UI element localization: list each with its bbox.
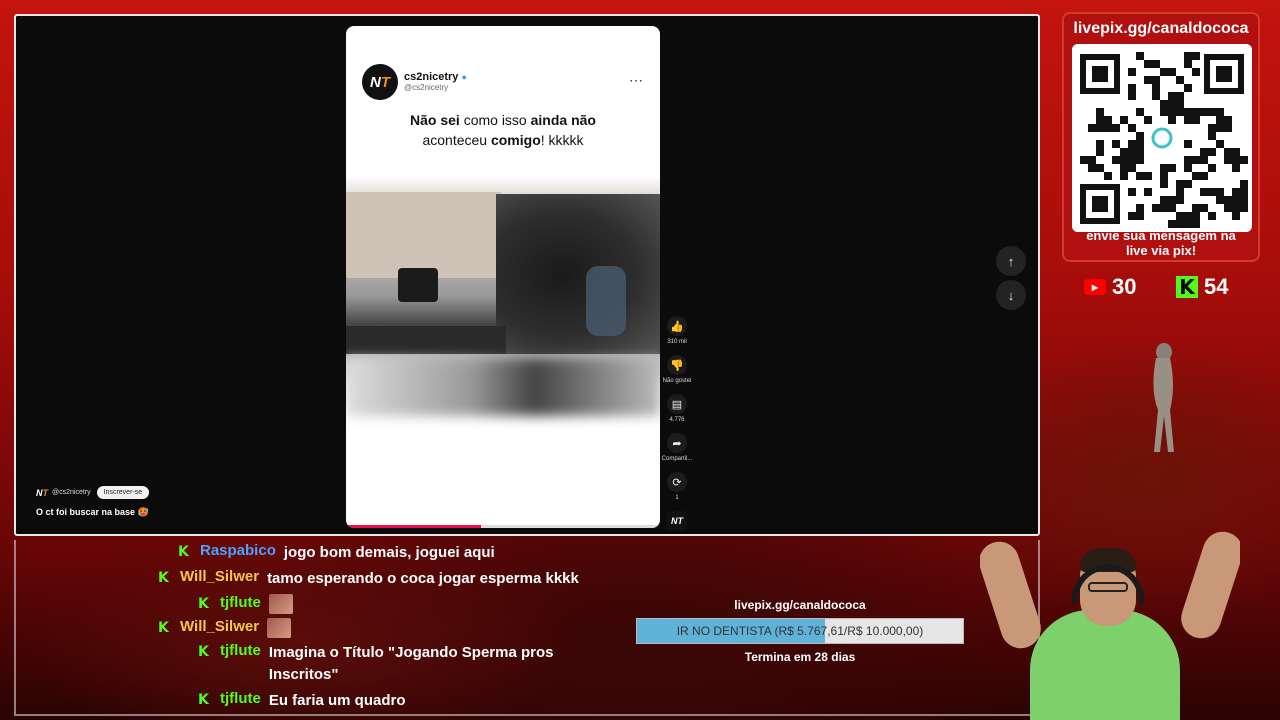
youtube-viewer-count: ▶ 30 [1084,274,1136,300]
share-icon[interactable]: ➦ [667,433,687,453]
channel-logo: NT [362,64,398,100]
chat-text: jogo bom demais, joguei aqui [283,544,495,561]
overlay-handle: @cs2nicetry [52,489,91,496]
action-label: Compartil... [661,456,693,462]
chat-username[interactable]: tjflute [220,690,261,707]
comment-action[interactable]: ▤ 4.776 [667,394,687,423]
streamer-webcam [980,530,1240,720]
short-video-frame[interactable] [346,176,660,416]
donation-goal: livepix.gg/canaldococa IR NO DENTISTA (R… [636,598,964,664]
next-short-button[interactable]: ↓ [996,280,1026,310]
channel-handle: @cs2nicetry [404,82,449,92]
kick-badge-icon: K [178,544,189,560]
thumbs-up-icon[interactable]: 👍 [667,316,687,336]
action-label: 4.776 [669,417,685,423]
verified-icon: ● [461,72,467,83]
chat-message: K Will_Silwer [140,618,620,638]
chat-username[interactable]: Raspabico [200,542,276,559]
action-label: Não gostei [662,378,692,384]
thumbs-down-action[interactable]: 👎 Não gostei [662,355,692,384]
share-action[interactable]: ➦ Compartil... [661,433,693,462]
livepix-qr-panel: livepix.gg/canaldococa envie sua mensage… [1062,12,1260,262]
kick-badge-icon: K [158,620,169,636]
chat-username[interactable]: Will_Silwer [180,568,259,585]
chat-username[interactable]: tjflute [220,594,261,611]
short-actions: 👍 310 mil 👎 Não gostei ▤ 4.776 ➦ Compartil... ⟳ 1… [662,316,692,531]
qr-code [1072,44,1252,232]
remix-action[interactable]: ⟳ 1 [667,472,687,501]
kick-badge-icon: K [198,692,209,708]
sound-channel-logo[interactable]: NT [667,511,687,531]
youtube-icon: ▶ [1084,279,1106,295]
emote-icon [268,594,293,614]
chat-feed: K Raspabico jogo bom demais, joguei aqui K W… [140,542,620,716]
kick-badge-icon: K [158,570,169,586]
chat-message: K Raspabico jogo bom demais, joguei aqui [140,542,620,564]
kick-icon: K [1176,275,1198,299]
chat-username[interactable]: tjflute [220,642,261,659]
goal-progress-bar: IR NO DENTISTA (R$ 5.767,61/R$ 10.000,00… [636,618,964,644]
comment-overlay: NT @cs2nicetry Inscrever-se O ct foi bus… [36,486,150,518]
action-label: 310 mil [667,339,687,345]
more-options-icon[interactable]: ⋯ [629,72,643,89]
overlay-channel-logo: NT [36,487,48,498]
channel-name[interactable]: cs2nicetry ● [404,71,467,84]
goal-url: livepix.gg/canaldococa [734,598,866,612]
goal-ends: Termina em 28 dias [744,650,856,664]
kick-badge-icon: K [198,596,209,612]
kick-viewer-count: K 54 [1176,274,1228,300]
subscribe-button[interactable]: Inscrever-se [96,486,150,499]
stream-window: NT cs2nicetry ● @cs2nicetry ⋯ Não sei co… [14,14,1040,536]
goal-label: IR NO DENTISTA (R$ 5.767,61/R$ 10.000,00… [676,624,924,638]
chat-message: Ktjflute Eu faria um quadro [140,690,620,712]
wolf-figure [1153,343,1174,452]
emote-icon [267,618,292,638]
short-video-card[interactable]: NT cs2nicetry ● @cs2nicetry ⋯ Não sei co… [346,26,660,528]
chat-text: Eu faria um quadro [268,692,406,709]
short-progress-bar[interactable] [346,525,660,528]
action-label: 1 [675,495,679,501]
chat-username[interactable]: Will_Silwer [180,618,259,635]
qr-message: envie sua mensagem na live via pix! [1086,228,1236,258]
chat-text: Imagina o Título "Jogando Sperma pros In… [268,644,554,683]
chat-text: tamo esperando o coca jogar esperma kkkk [267,570,579,587]
thumbs-up-action[interactable]: 👍 310 mil [667,316,687,345]
previous-short-button[interactable]: ↑ [996,246,1026,276]
overlay-comment: O ct foi buscar na base 🥵 [36,507,149,517]
comment-icon[interactable]: ▤ [667,394,687,414]
short-caption: Não sei como isso ainda não aconteceu co… [410,112,596,148]
remix-icon[interactable]: ⟳ [667,472,687,492]
chat-message: Ktjflute Imagina o Título "Jogando Sperma… [140,642,620,686]
chat-message: K Will_Silwer tamo esperando o coca jogar … [140,568,620,590]
chat-message: Ktjflute [140,594,620,614]
kick-badge-icon: K [198,644,209,660]
qr-url: livepix.gg/canaldococa [1073,20,1249,37]
thumbs-down-icon[interactable]: 👎 [667,355,687,375]
short-channel-header[interactable]: NT cs2nicetry ● @cs2nicetry [362,64,467,100]
